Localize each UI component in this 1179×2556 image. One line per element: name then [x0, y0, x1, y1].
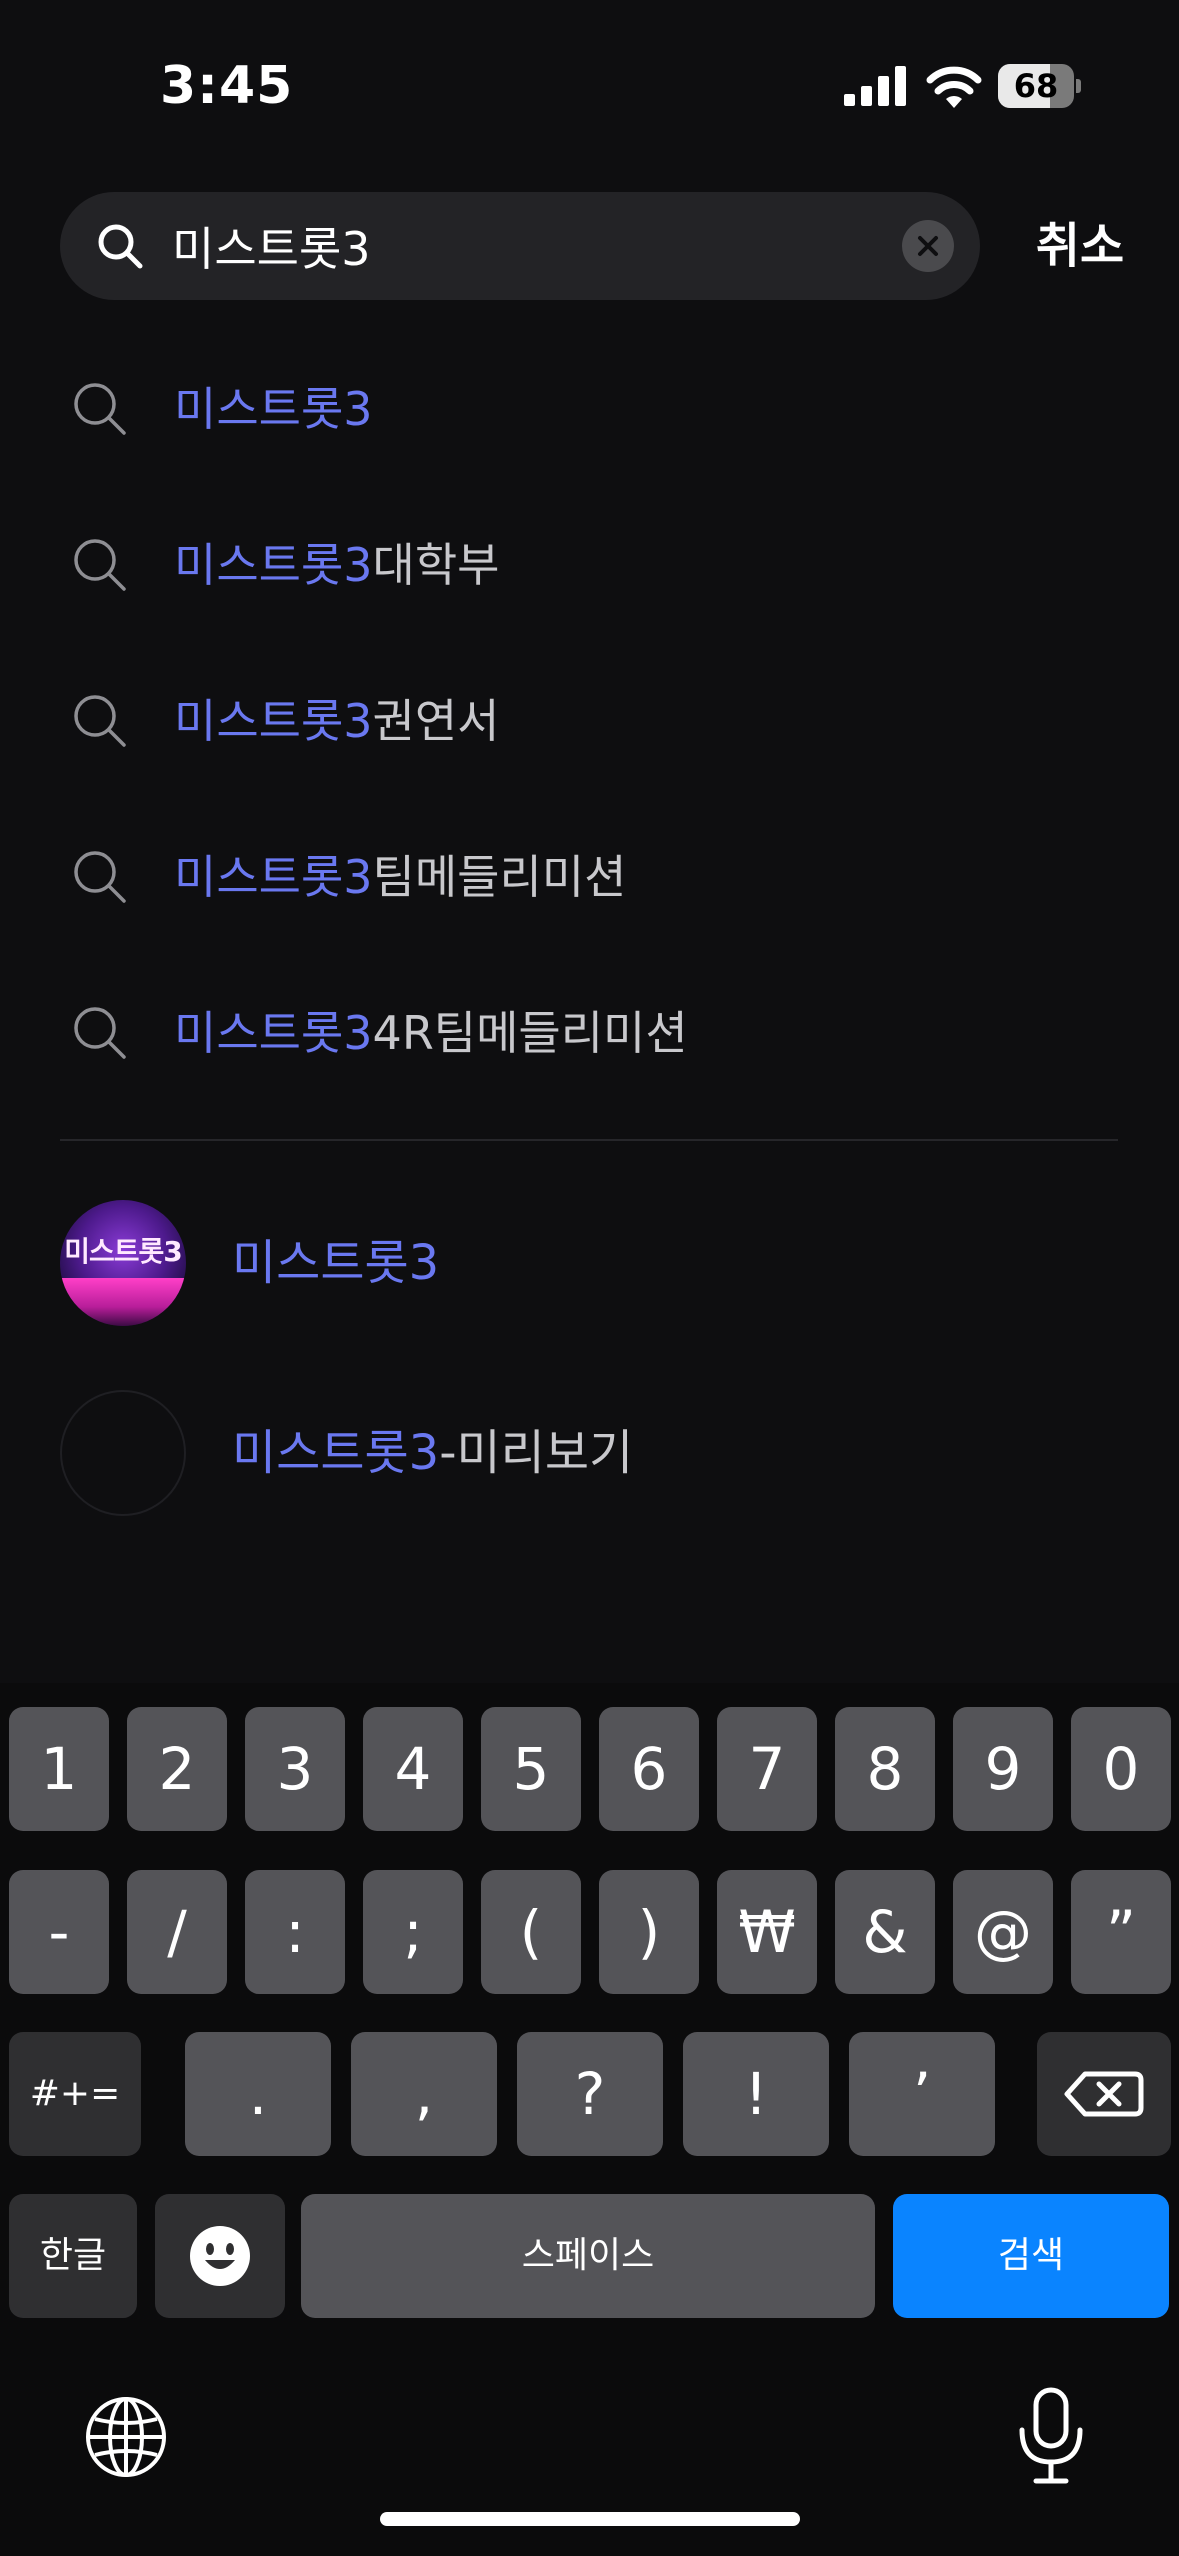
search-icon — [98, 224, 143, 269]
key-hyphen[interactable]: - — [9, 1870, 109, 1994]
key-ampersand[interactable]: & — [835, 1870, 935, 1994]
suggestion-label: 미스트롯3팀메들리미션 — [174, 842, 626, 912]
key-colon[interactable]: : — [245, 1870, 345, 1994]
globe-icon[interactable] — [84, 2395, 168, 2479]
key-open-paren[interactable]: ( — [481, 1870, 581, 1994]
close-icon — [918, 236, 938, 256]
home-indicator[interactable] — [380, 2512, 800, 2526]
cellular-signal-icon — [844, 66, 906, 106]
search-bar[interactable] — [60, 192, 980, 300]
key-0[interactable]: 0 — [1071, 1707, 1171, 1831]
search-icon — [74, 695, 126, 747]
channel-avatar — [60, 1390, 186, 1516]
channel-item[interactable]: 미스트롯3-미리보기 — [0, 1376, 1179, 1566]
clear-search-button[interactable] — [902, 220, 954, 272]
key-3[interactable]: 3 — [245, 1707, 345, 1831]
section-divider — [60, 1139, 1118, 1141]
key-9[interactable]: 9 — [953, 1707, 1053, 1831]
key-close-paren[interactable]: ) — [599, 1870, 699, 1994]
key-4[interactable]: 4 — [363, 1707, 463, 1831]
suggestion-rest: 대학부 — [372, 538, 500, 592]
search-icon — [74, 851, 126, 903]
suggestion-label: 미스트롯3대학부 — [174, 530, 500, 600]
key-period[interactable]: . — [185, 2032, 331, 2156]
suggestion-rest: 팀메들리미션 — [372, 850, 627, 904]
search-icon — [74, 383, 126, 435]
emoji-icon — [190, 2226, 250, 2286]
space-key[interactable]: 스페이스 — [301, 2194, 875, 2318]
key-symbols-toggle[interactable]: #+= — [9, 2032, 141, 2156]
channel-name: 미스트롯3 — [232, 1228, 439, 1298]
channel-results: 미스트롯3 미스트롯3 미스트롯3-미리보기 — [0, 1186, 1179, 1566]
suggestion-rest: 4R팀메들리미션 — [372, 1006, 688, 1060]
suggestion-highlight: 미스트롯3 — [174, 538, 373, 592]
battery-icon: 68 — [998, 64, 1081, 108]
suggestion-highlight: 미스트롯3 — [174, 694, 373, 748]
channel-highlight: 미스트롯3 — [232, 1425, 440, 1481]
suggestion-item[interactable]: 미스트롯3대학부 — [0, 486, 1179, 642]
channel-rest: -미리보기 — [439, 1425, 634, 1481]
key-1[interactable]: 1 — [9, 1707, 109, 1831]
emoji-key[interactable] — [155, 2194, 285, 2318]
status-bar: 3:45 68 — [0, 0, 1179, 170]
wifi-icon — [926, 66, 982, 108]
suggestion-item[interactable]: 미스트롯3팀메들리미션 — [0, 798, 1179, 954]
channel-item[interactable]: 미스트롯3 미스트롯3 — [0, 1186, 1179, 1376]
suggestion-item[interactable]: 미스트롯34R팀메들리미션 — [0, 954, 1179, 1110]
key-exclamation[interactable]: ! — [683, 2032, 829, 2156]
battery-percent: 68 — [1013, 67, 1059, 105]
search-suggestions: 미스트롯3 미스트롯3대학부 미스트롯3권연서 미스트롯3팀메들리미션 미스트롯… — [0, 330, 1179, 1110]
suggestion-label: 미스트롯34R팀메들리미션 — [174, 998, 688, 1068]
search-icon — [74, 539, 126, 591]
suggestion-highlight: 미스트롯3 — [174, 850, 373, 904]
channel-avatar: 미스트롯3 — [60, 1200, 186, 1326]
key-7[interactable]: 7 — [717, 1707, 817, 1831]
key-8[interactable]: 8 — [835, 1707, 935, 1831]
channel-highlight: 미스트롯3 — [232, 1235, 440, 1291]
language-key[interactable]: 한글 — [9, 2194, 137, 2318]
key-semicolon[interactable]: ; — [363, 1870, 463, 1994]
channel-name: 미스트롯3-미리보기 — [232, 1418, 633, 1488]
avatar-logo: 미스트롯3 — [64, 1235, 183, 1268]
key-question[interactable]: ? — [517, 2032, 663, 2156]
search-key[interactable]: 검색 — [893, 2194, 1169, 2318]
key-comma[interactable]: , — [351, 2032, 497, 2156]
key-slash[interactable]: / — [127, 1870, 227, 1994]
suggestion-item[interactable]: 미스트롯3권연서 — [0, 642, 1179, 798]
search-input[interactable] — [172, 210, 932, 282]
backspace-icon — [1064, 2071, 1144, 2117]
key-apostrophe[interactable]: ’ — [849, 2032, 995, 2156]
suggestion-highlight: 미스트롯3 — [174, 1006, 373, 1060]
suggestion-label: 미스트롯3 — [174, 374, 373, 444]
suggestion-label: 미스트롯3권연서 — [174, 686, 500, 756]
key-2[interactable]: 2 — [127, 1707, 227, 1831]
suggestion-rest: 권연서 — [372, 694, 500, 748]
search-icon — [74, 1007, 126, 1059]
cancel-button[interactable]: 취소 — [1010, 208, 1150, 284]
backspace-key[interactable] — [1037, 2032, 1171, 2156]
key-at[interactable]: @ — [953, 1870, 1053, 1994]
status-time: 3:45 — [160, 56, 294, 116]
key-quote[interactable]: ” — [1071, 1870, 1171, 1994]
key-5[interactable]: 5 — [481, 1707, 581, 1831]
key-6[interactable]: 6 — [599, 1707, 699, 1831]
suggestion-highlight: 미스트롯3 — [174, 382, 373, 436]
key-won[interactable]: ₩ — [717, 1870, 817, 1994]
microphone-icon[interactable] — [1016, 2386, 1086, 2486]
suggestion-item[interactable]: 미스트롯3 — [0, 330, 1179, 486]
